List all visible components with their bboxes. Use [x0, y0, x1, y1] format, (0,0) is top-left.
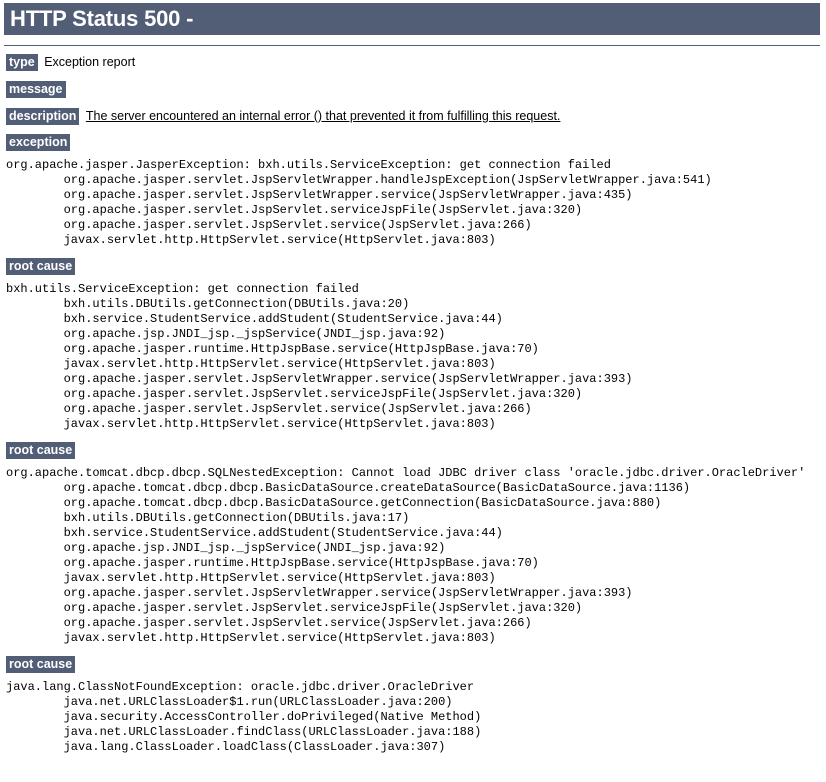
section-heading-root-cause-1: root cause	[4, 258, 820, 276]
page-title: HTTP Status 500 -	[4, 3, 820, 36]
header-divider	[4, 45, 820, 47]
field-message-label: message	[6, 80, 66, 98]
section-label: root cause	[6, 656, 76, 674]
section-heading-exception: exception	[4, 134, 820, 152]
stack-trace-root-cause-1: bxh.utils.ServiceException: get connecti…	[6, 282, 633, 432]
field-description: description The server encountered an in…	[4, 107, 820, 125]
stack-trace-exception: org.apache.jasper.JasperException: bxh.u…	[6, 158, 712, 248]
section-label: root cause	[6, 442, 76, 460]
section-label: exception	[6, 134, 71, 152]
section-label: root cause	[6, 258, 76, 276]
field-type: type Exception report	[4, 54, 820, 72]
section-heading-root-cause-3: root cause	[4, 656, 820, 674]
field-description-label: description	[6, 107, 80, 125]
field-message: message	[4, 80, 820, 98]
error-page: HTTP Status 500 - type Exception report …	[0, 3, 826, 755]
section-heading-root-cause-2: root cause	[4, 442, 820, 460]
stack-trace-root-cause-2: org.apache.tomcat.dbcp.dbcp.SQLNestedExc…	[6, 466, 806, 646]
field-type-label: type	[6, 54, 38, 72]
field-type-value: Exception report	[44, 55, 136, 70]
field-description-value: The server encountered an internal error…	[85, 108, 561, 123]
stack-trace-root-cause-3: java.lang.ClassNotFoundException: oracle…	[6, 680, 482, 755]
